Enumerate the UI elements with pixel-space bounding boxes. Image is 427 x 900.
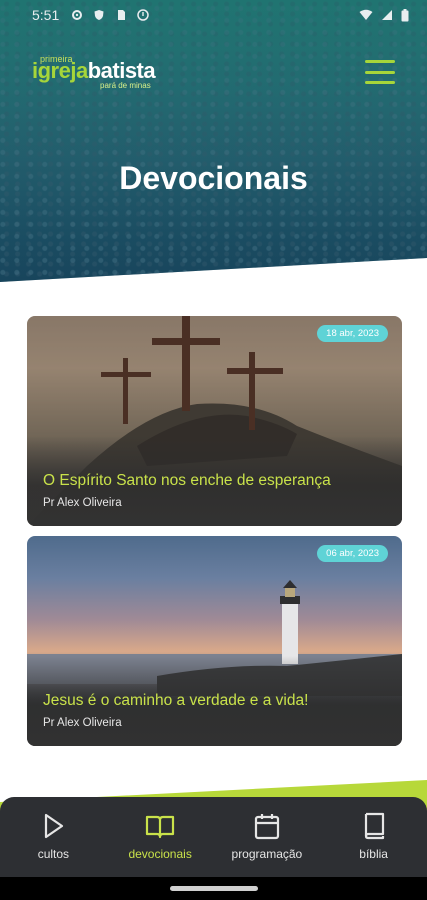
- bible-icon: [364, 812, 384, 840]
- nav-label: programação: [231, 847, 303, 861]
- hamburger-menu-icon[interactable]: [365, 60, 395, 84]
- play-icon: [45, 813, 64, 839]
- open-book-icon: [146, 815, 175, 839]
- alert-icon: [137, 9, 149, 21]
- logo-igreja: igreja: [32, 58, 88, 83]
- hero-banner: [0, 0, 427, 282]
- menu-bar: [365, 60, 395, 63]
- card-title[interactable]: O Espírito Santo nos enche de esperança: [43, 472, 331, 490]
- nav-item-devocionais[interactable]: devocionais: [110, 811, 210, 861]
- page-title: Devocionais: [119, 160, 308, 196]
- card-author: Pr Alex Oliveira: [43, 717, 122, 729]
- signal-icon: [382, 10, 392, 20]
- date-badge: 06 abr, 2023: [317, 545, 388, 562]
- nav-label: bíblia: [359, 847, 388, 861]
- home-gesture-handle[interactable]: [170, 886, 258, 891]
- nav-item-biblia[interactable]: bíblia: [324, 811, 424, 861]
- nav-item-programacao[interactable]: programação: [217, 811, 317, 861]
- menu-bar: [365, 70, 395, 74]
- battery-icon: [401, 8, 409, 21]
- wifi-icon: [359, 9, 373, 20]
- church-logo[interactable]: primeira igrejabatista pará de minas: [32, 54, 172, 94]
- gear-icon: [72, 10, 83, 20]
- card-author: Pr Alex Oliveira: [43, 497, 122, 509]
- sim-icon: [118, 10, 126, 20]
- status-bar: 5:51: [0, 0, 427, 30]
- devotional-card[interactable]: 18 abr, 2023 O Espírito Santo nos enche …: [27, 316, 402, 526]
- nav-label: devocionais: [128, 847, 192, 861]
- menu-bar: [365, 81, 395, 84]
- logo-batista: batista: [87, 58, 156, 83]
- bottom-navigation: cultos devocionais programação bíblia: [0, 797, 427, 877]
- shield-icon: [94, 10, 104, 20]
- status-time: 5:51: [32, 7, 60, 23]
- nav-label: cultos: [37, 847, 70, 861]
- card-title[interactable]: Jesus é o caminho a verdade e a vida!: [43, 692, 308, 710]
- calendar-icon: [254, 814, 279, 840]
- devotional-card[interactable]: 06 abr, 2023 Jesus é o caminho a verdade…: [27, 536, 402, 746]
- date-badge: 18 abr, 2023: [317, 325, 388, 342]
- nav-item-cultos[interactable]: cultos: [3, 811, 103, 861]
- logo-subtitle: pará de minas: [100, 81, 151, 90]
